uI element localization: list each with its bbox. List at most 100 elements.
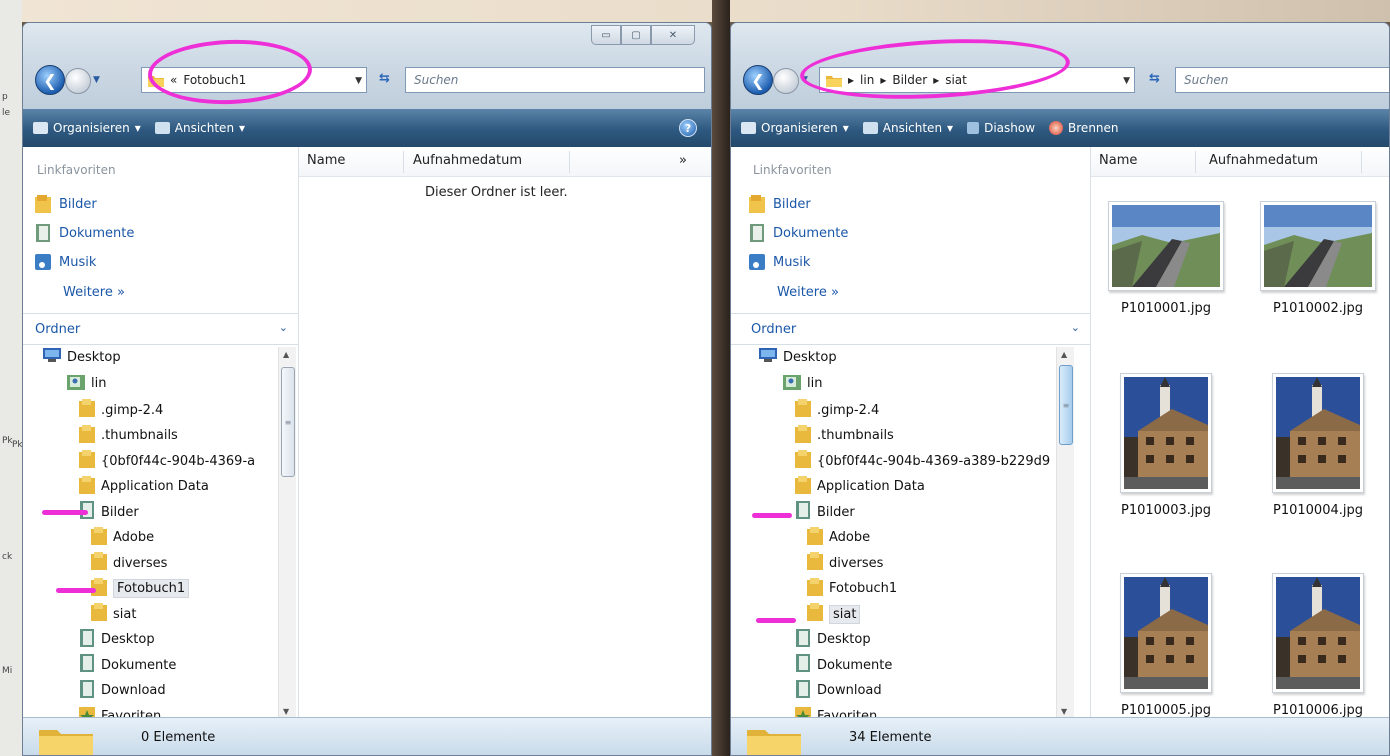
tree-item[interactable]: diverses [91, 552, 167, 574]
help-icon[interactable]: ? [679, 119, 697, 137]
search-input[interactable]: Suchen [405, 67, 705, 93]
views-menu[interactable]: Ansichten ▾ [862, 121, 953, 135]
folders-header[interactable]: Ordner ⌄ [731, 313, 1090, 345]
folder-icon [795, 424, 811, 447]
scroll-thumb[interactable]: ≡ [281, 367, 295, 477]
column-date-taken[interactable]: Aufnahmedatum [413, 153, 522, 168]
tree-item[interactable]: lin [67, 374, 106, 394]
tree-item[interactable]: Application Data [795, 475, 925, 498]
more-favorites-link[interactable]: Weitere » [63, 285, 125, 300]
file-thumbnail[interactable]: P1010003.jpg [1091, 373, 1241, 518]
forward-button[interactable] [773, 68, 799, 94]
tree-item[interactable]: {0bf0f44c-904b-4369-a389-b229d9 [795, 450, 1050, 472]
file-name: P1010003.jpg [1121, 503, 1211, 518]
user-folder-icon [783, 374, 801, 394]
breadcrumb-separator-icon[interactable]: ▸ [880, 73, 886, 87]
chevron-down-icon[interactable]: ⌄ [279, 321, 288, 334]
tree-item[interactable]: Fotobuch1 [807, 577, 897, 600]
tree-item[interactable]: Desktop [79, 628, 155, 651]
more-favorites-link[interactable]: Weitere » [777, 285, 839, 300]
organize-menu[interactable]: Organisieren ▾ [741, 121, 849, 135]
tree-item[interactable]: diverses [807, 552, 883, 574]
tree-item[interactable]: siat [807, 603, 861, 625]
file-name: P1010005.jpg [1121, 703, 1211, 718]
tree-item[interactable]: Adobe [807, 526, 870, 549]
scroll-up-icon[interactable]: ▲ [283, 350, 289, 359]
tree-item-label: .gimp-2.4 [101, 402, 164, 418]
history-dropdown-icon[interactable]: ▼ [93, 75, 100, 85]
scroll-thumb[interactable]: ≡ [1059, 365, 1073, 445]
tree-item[interactable]: Bilder [795, 501, 855, 523]
file-thumbnail[interactable]: P1010002.jpg [1243, 201, 1389, 316]
back-button[interactable]: ❮ [743, 65, 773, 95]
breadcrumb-separator-icon[interactable]: ▸ [933, 73, 939, 87]
tree-item[interactable]: Download [795, 679, 882, 702]
more-columns-button[interactable]: » [679, 153, 687, 168]
breadcrumb-overflow[interactable]: « [170, 73, 177, 87]
library-folder-icon [79, 679, 95, 702]
close-button[interactable]: ✕ [651, 25, 695, 45]
tree-item[interactable]: Dokumente [795, 654, 892, 676]
scroll-down-icon[interactable]: ▼ [1061, 707, 1067, 716]
favorite-link-musik[interactable]: Musik [749, 253, 810, 271]
scroll-up-icon[interactable]: ▲ [1061, 350, 1067, 359]
history-dropdown-icon[interactable]: ▼ [801, 75, 808, 85]
tree-item[interactable]: siat [91, 603, 136, 625]
refresh-icon[interactable]: ⇆ [1149, 71, 1160, 86]
file-thumbnail[interactable]: P1010004.jpg [1243, 373, 1389, 518]
tree-item[interactable]: .gimp-2.4 [795, 399, 879, 421]
breadcrumb-item[interactable]: Fotobuch1 [183, 73, 246, 87]
tree-item[interactable]: .thumbnails [79, 424, 178, 447]
tree-item[interactable]: .thumbnails [795, 424, 894, 447]
column-date-taken[interactable]: Aufnahmedatum [1209, 153, 1318, 168]
column-name[interactable]: Name [1099, 153, 1137, 168]
forward-button[interactable] [65, 68, 91, 94]
address-dropdown-icon[interactable]: ▼ [355, 76, 362, 86]
address-dropdown-icon[interactable]: ▼ [1123, 76, 1130, 86]
tree-item[interactable]: lin [783, 374, 822, 394]
breadcrumb-item[interactable]: siat [945, 73, 967, 87]
favorite-link-musik[interactable]: Musik [35, 253, 96, 271]
tree-item[interactable]: Adobe [91, 526, 154, 549]
tree-scrollbar[interactable]: ▲ ≡ ▼ [1056, 347, 1074, 719]
tree-item[interactable]: Dokumente [79, 654, 176, 676]
scroll-down-icon[interactable]: ▼ [283, 707, 289, 716]
breadcrumb-separator-icon[interactable]: ▸ [848, 73, 854, 87]
tree-scrollbar[interactable]: ▲ ≡ ▼ [278, 347, 296, 719]
file-thumbnail[interactable]: P1010005.jpg [1091, 573, 1241, 718]
views-menu[interactable]: Ansichten ▾ [154, 121, 245, 135]
minimize-button[interactable]: ▭ [591, 25, 621, 45]
refresh-icon[interactable]: ⇆ [379, 71, 390, 86]
photo-preview [1272, 573, 1364, 693]
file-thumbnail[interactable]: P1010001.jpg [1091, 201, 1241, 316]
tree-item[interactable]: Desktop [43, 348, 121, 366]
file-thumbnail[interactable]: P1010006.jpg [1243, 573, 1389, 718]
address-bar[interactable]: « Fotobuch1 ▼ [141, 67, 367, 93]
back-button[interactable]: ❮ [35, 65, 65, 95]
tree-item[interactable]: Desktop [795, 628, 871, 651]
folder-icon [795, 475, 811, 498]
tree-item[interactable]: Download [79, 679, 166, 702]
breadcrumb-item[interactable]: Bilder [892, 73, 927, 87]
breadcrumb-item[interactable]: lin [860, 73, 874, 87]
organize-menu[interactable]: Organisieren ▾ [33, 121, 141, 135]
favorite-link-bilder[interactable]: Bilder [749, 195, 811, 213]
maximize-button[interactable]: ▢ [621, 25, 651, 45]
favorite-link-dokumente[interactable]: Dokumente [35, 224, 134, 242]
search-input[interactable]: Suchen [1175, 67, 1389, 93]
favorite-link-bilder[interactable]: Bilder [35, 195, 97, 213]
tree-item[interactable]: Fotobuch1 [91, 577, 190, 600]
chevron-down-icon[interactable]: ⌄ [1071, 321, 1080, 334]
tree-item-label: diverses [829, 555, 884, 571]
folders-header[interactable]: Ordner ⌄ [23, 313, 298, 345]
tree-item[interactable]: .gimp-2.4 [79, 399, 163, 421]
tree-item[interactable]: Application Data [79, 475, 209, 498]
address-bar[interactable]: ▸ lin ▸ Bilder ▸ siat ▼ [819, 67, 1135, 93]
burn-button[interactable]: Brennen [1049, 121, 1119, 135]
slideshow-button[interactable]: Diashow [967, 121, 1035, 135]
tree-item[interactable]: Desktop [759, 348, 837, 366]
favorite-link-dokumente[interactable]: Dokumente [749, 224, 848, 242]
column-name[interactable]: Name [307, 153, 345, 168]
tree-item[interactable]: {0bf0f44c-904b-4369-a [79, 450, 255, 472]
tree-item-label: Dokumente [817, 657, 893, 673]
